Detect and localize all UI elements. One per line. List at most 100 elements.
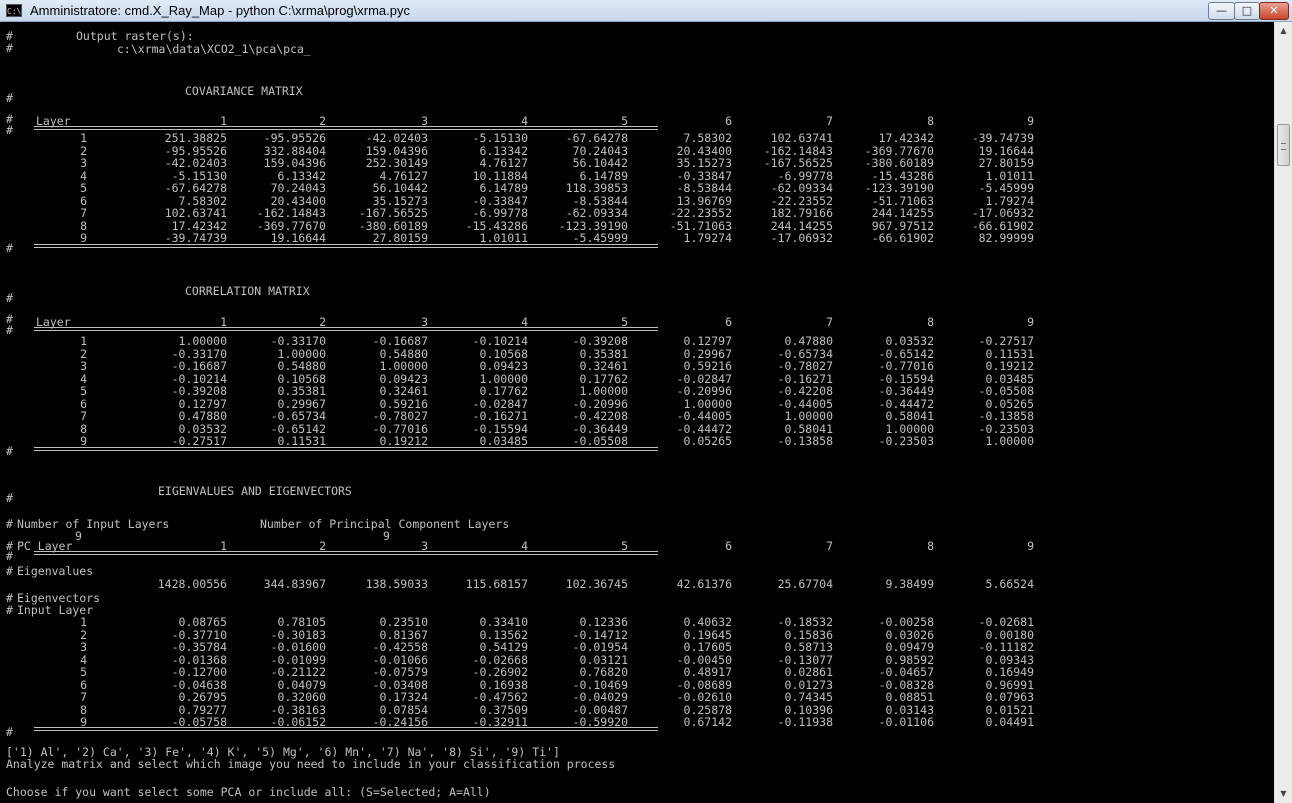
input-layers-label: Number of Input Layers [17, 517, 170, 531]
comment-hash: # [6, 444, 13, 458]
console-output[interactable]: # # Output raster(s): c:\xrma\data\XCO2_1\p… [0, 22, 1274, 803]
correlation-cell: 1.00000 [479, 371, 528, 386]
comment-hash: # [6, 91, 13, 105]
eigen-cell: -0.04638 [171, 677, 227, 692]
scroll-up-arrow-icon[interactable]: ▲ [1275, 22, 1292, 39]
correlation-title: CORRELATION MATRIX [185, 284, 310, 298]
correlation-cell: -0.42208 [572, 409, 628, 423]
covariance-cell: 13.96769 [676, 193, 732, 208]
covariance-cell: 20.43400 [270, 193, 326, 208]
covariance-cell: 56.10442 [572, 156, 628, 170]
close-button[interactable]: ✕ [1259, 2, 1289, 20]
eigenvalue: 344.83967 [263, 577, 326, 591]
eigen-cell: 0.17605 [683, 640, 732, 654]
correlation-cell: -0.10214 [472, 334, 528, 348]
covariance-cell: -95.95526 [263, 131, 326, 145]
correlation-column-header: 3 [421, 315, 428, 329]
console-window: C:\ Amministratore: cmd.X_Ray_Map - pyth… [0, 0, 1292, 803]
minimize-button[interactable]: — [1208, 2, 1235, 20]
correlation-column-header: 5 [621, 315, 628, 329]
covariance-cell: 6.13342 [479, 143, 528, 158]
correlation-cell: 0.59216 [379, 396, 428, 411]
eigen-cell: 0.26795 [178, 690, 227, 704]
eigen-column-header: 9 [1027, 539, 1034, 553]
eigen-cell: -0.01106 [878, 715, 934, 729]
vertical-scrollbar[interactable]: ▲ ▼ [1274, 22, 1292, 803]
covariance-cell: 7.58302 [683, 131, 732, 145]
eigen-cell: -0.04657 [878, 665, 934, 679]
covariance-cell: -6.99778 [777, 168, 833, 183]
eigen-cell: -0.02610 [676, 690, 732, 704]
correlation-cell: 0.47880 [784, 334, 833, 348]
eigen-cell: 0.40632 [683, 615, 732, 629]
covariance-column-header: 2 [319, 114, 326, 128]
covariance-cell: 159.04396 [365, 143, 428, 158]
correlation-cell: 0.58041 [885, 409, 934, 423]
input-layers-value: 9 [75, 529, 82, 543]
covariance-cell: -17.06932 [971, 206, 1034, 220]
eigenvalue: 9.38499 [885, 577, 934, 591]
covariance-cell: 251.38825 [164, 131, 227, 145]
correlation-cell: -0.77016 [878, 359, 934, 373]
scroll-down-arrow-icon[interactable]: ▼ [1275, 785, 1292, 802]
covariance-column-header: 1 [220, 114, 227, 128]
correlation-cell: 0.11531 [277, 434, 326, 448]
eigen-cell: -0.21122 [270, 665, 326, 679]
eigen-cell: -0.01066 [372, 652, 428, 667]
eigen-cell: -0.11182 [978, 640, 1034, 654]
correlation-cell: 0.12797 [178, 396, 227, 411]
comment-hash: # [6, 241, 13, 255]
correlation-cell: -0.02847 [472, 396, 528, 411]
eigen-cell: 0.03121 [579, 652, 628, 667]
correlation-cell: -0.33170 [270, 334, 326, 348]
correlation-cell: -0.23503 [978, 421, 1034, 436]
correlation-cell: 0.10568 [277, 371, 326, 386]
eigen-row-label: 5 [80, 665, 87, 679]
covariance-cell: 27.80159 [372, 231, 428, 245]
eigen-cell: -0.12700 [171, 665, 227, 679]
eigen-cell: 0.79277 [178, 702, 227, 717]
eigen-cell: 0.48917 [683, 665, 732, 679]
eigen-cell: -0.42558 [372, 640, 428, 654]
correlation-cell: 0.11531 [985, 346, 1034, 361]
correlation-column-header: 4 [521, 315, 528, 329]
eigen-cell: 0.07963 [985, 690, 1034, 704]
eigenvalue: 115.68157 [465, 577, 528, 591]
eigen-row-label: 6 [80, 677, 87, 692]
covariance-cell: 56.10442 [372, 181, 428, 195]
correlation-cell: -0.65734 [270, 409, 326, 423]
maximize-button[interactable]: □ [1234, 2, 1260, 20]
separator-line [34, 551, 658, 555]
covariance-cell: -51.71063 [871, 193, 934, 208]
comment-hash: # [6, 41, 13, 55]
title-bar[interactable]: C:\ Amministratore: cmd.X_Ray_Map - pyth… [0, 0, 1292, 22]
correlation-cell: 1.00000 [885, 421, 934, 436]
correlation-cell: -0.20996 [676, 384, 732, 398]
covariance-cell: 1.79274 [985, 193, 1034, 208]
covariance-cell: -8.53844 [676, 181, 732, 195]
separator-line [34, 244, 658, 248]
correlation-cell: -0.27517 [171, 434, 227, 448]
covariance-cell: 27.80159 [978, 156, 1034, 170]
comment-hash: # [6, 725, 13, 739]
covariance-cell: -95.95526 [164, 143, 227, 158]
eigenvalue: 102.36745 [565, 577, 628, 591]
correlation-cell: 1.00000 [683, 396, 732, 411]
correlation-cell: -0.33170 [171, 346, 227, 361]
correlation-row-label: 9 [80, 434, 87, 448]
covariance-cell: -5.45999 [978, 181, 1034, 195]
covariance-cell: 252.30149 [365, 156, 428, 170]
eigen-cell: -0.11938 [777, 715, 833, 729]
covariance-cell: 70.24043 [572, 143, 628, 158]
eigen-cell: 0.17324 [379, 690, 428, 704]
covariance-cell: -39.74739 [971, 131, 1034, 145]
covariance-row-label: 7 [80, 206, 87, 220]
covariance-cell: 244.14255 [871, 206, 934, 220]
covariance-cell: 118.39853 [565, 181, 628, 195]
scrollbar-thumb[interactable] [1277, 124, 1290, 166]
correlation-cell: -0.02847 [676, 371, 732, 386]
covariance-cell: -380.60189 [864, 156, 934, 170]
eigen-cell: -0.14712 [572, 627, 628, 642]
cmd-icon: C:\ [6, 4, 22, 17]
correlation-cell: -0.16271 [472, 409, 528, 423]
